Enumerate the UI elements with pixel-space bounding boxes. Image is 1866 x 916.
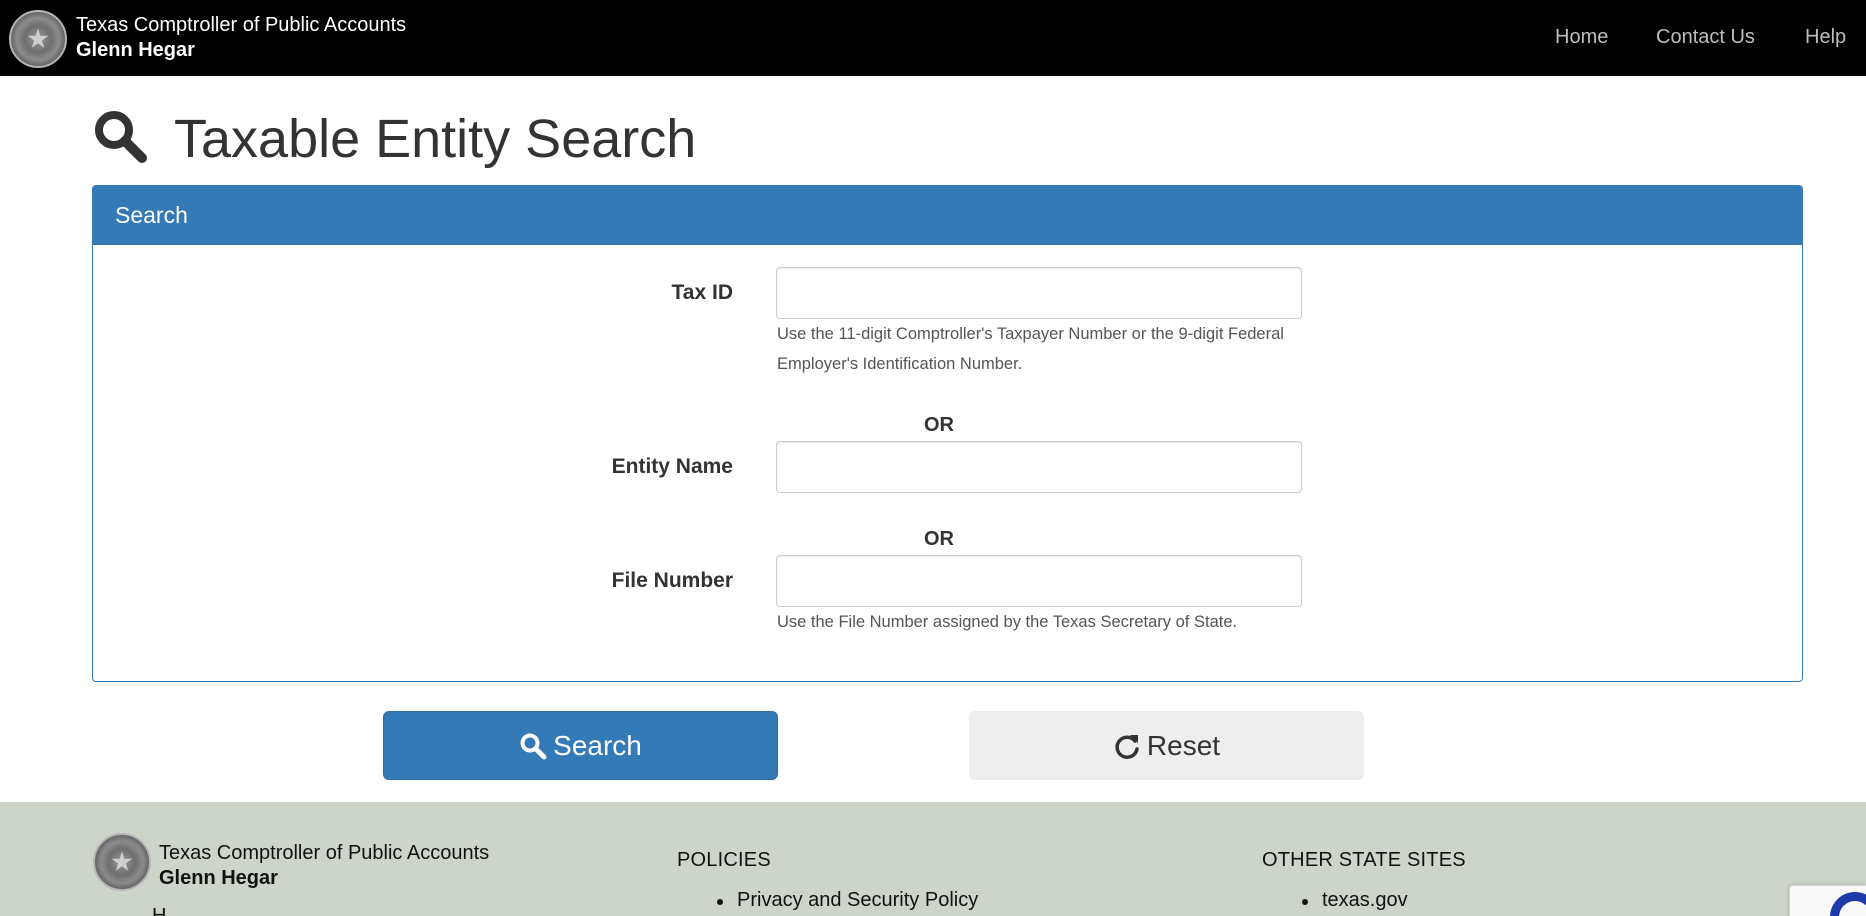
panel-title: Search: [115, 202, 188, 228]
top-header-bar: Texas Comptroller of Public Accounts Gle…: [0, 0, 1866, 76]
recaptcha-badge[interactable]: [1789, 885, 1866, 916]
footer-other-sites-heading: OTHER STATE SITES: [1262, 849, 1466, 871]
footer-home-link[interactable]: H: [152, 905, 166, 916]
footer-policies-heading: POLICIES: [677, 849, 771, 871]
file-number-input[interactable]: [776, 555, 1302, 607]
entity-name-label: Entity Name: [611, 455, 733, 478]
or-separator: OR: [924, 414, 954, 436]
search-button[interactable]: Search: [383, 711, 778, 780]
file-number-label: File Number: [611, 569, 733, 592]
footer-org-name[interactable]: Texas Comptroller of Public Accounts: [159, 842, 489, 865]
search-button-label: Search: [553, 729, 642, 761]
header-org-name[interactable]: Texas Comptroller of Public Accounts: [76, 14, 406, 37]
nav-home-link[interactable]: Home: [1555, 26, 1608, 49]
texas-gov-link[interactable]: texas.gov: [1302, 889, 1408, 912]
tax-id-input[interactable]: [776, 267, 1302, 319]
file-number-help-text: Use the File Number assigned by the Texa…: [777, 613, 1238, 631]
search-icon: [520, 733, 547, 759]
recaptcha-icon: [1830, 892, 1866, 916]
page-title: Taxable Entity Search: [174, 109, 697, 169]
or-separator: OR: [924, 528, 954, 550]
reset-button[interactable]: Reset: [969, 711, 1364, 780]
nav-contact-us-link[interactable]: Contact Us: [1656, 26, 1755, 49]
footer-official-name[interactable]: Glenn Hegar: [159, 867, 278, 890]
nav-help-link[interactable]: Help: [1805, 26, 1846, 49]
texas-state-seal-icon[interactable]: [9, 10, 67, 68]
search-icon: [95, 111, 147, 163]
header-official-name[interactable]: Glenn Hegar: [76, 39, 195, 62]
refresh-icon: [1115, 734, 1139, 759]
texas-state-seal-icon[interactable]: [93, 833, 151, 891]
tax-id-help-text: Use the 11-digit Comptroller's Taxpayer …: [777, 325, 1284, 373]
tax-id-label: Tax ID: [671, 281, 733, 304]
entity-name-input[interactable]: [776, 441, 1302, 493]
panel-heading: Search: [93, 186, 1802, 245]
reset-button-label: Reset: [1146, 729, 1221, 761]
privacy-policy-link[interactable]: Privacy and Security Policy: [716, 889, 978, 912]
search-panel: Search Tax ID Use the 11-digit Comptroll…: [92, 185, 1803, 682]
